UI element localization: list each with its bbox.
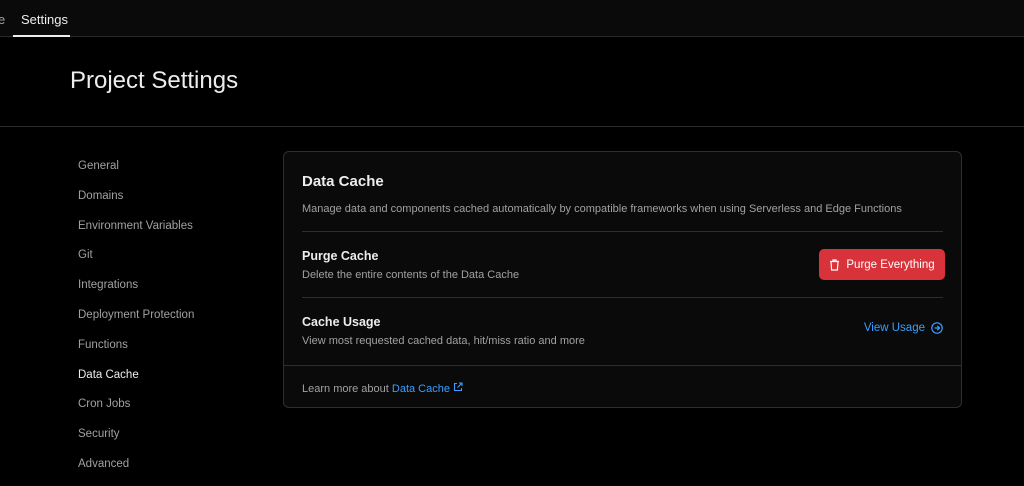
settings-sidebar: General Domains Environment Variables Gi… [78,158,194,486]
purge-everything-button[interactable]: Purge Everything [819,249,945,280]
sidebar-item-general[interactable]: General [78,158,194,188]
page-title: Project Settings [70,67,239,94]
arrow-circle-right-icon [931,322,943,334]
purge-cache-title: Purge Cache [302,249,379,263]
footer-text: Learn more about [302,383,392,395]
sidebar-item-deployment-protection[interactable]: Deployment Protection [78,307,194,337]
sidebar-item-domains[interactable]: Domains [78,188,194,218]
sidebar-item-security[interactable]: Security [78,426,194,456]
purge-cache-description: Delete the entire contents of the Data C… [302,269,520,281]
top-navigation: e Settings [0,0,1024,37]
data-cache-card: Data Cache Manage data and components ca… [283,151,962,408]
cache-usage-description: View most requested cached data, hit/mis… [302,335,585,347]
card-description: Manage data and components cached automa… [302,203,902,215]
tab-settings[interactable]: Settings [13,0,70,37]
trash-icon [830,258,840,271]
sidebar-item-integrations[interactable]: Integrations [78,277,194,307]
docs-link-label: Data Cache [391,383,450,395]
sidebar-item-advanced[interactable]: Advanced [78,456,194,486]
tab-partial[interactable]: e [0,0,5,37]
purge-everything-label: Purge Everything [846,258,935,271]
cache-usage-title: Cache Usage [302,315,381,329]
external-link-icon [453,382,463,392]
card-footer: Learn more about Data Cache [284,365,961,408]
sidebar-item-git[interactable]: Git [78,247,194,277]
sidebar-item-environment-variables[interactable]: Environment Variables [78,218,194,248]
divider [302,297,943,298]
card-title: Data Cache [302,173,384,190]
data-cache-docs-link[interactable]: Data Cache [391,382,463,395]
sidebar-item-functions[interactable]: Functions [78,337,194,367]
view-usage-label: View Usage [863,322,925,334]
page-header: Project Settings [0,37,1024,127]
sidebar-item-cron-jobs[interactable]: Cron Jobs [78,396,194,426]
view-usage-link[interactable]: View Usage [864,322,943,334]
divider [302,231,943,232]
sidebar-item-data-cache[interactable]: Data Cache [78,367,194,397]
